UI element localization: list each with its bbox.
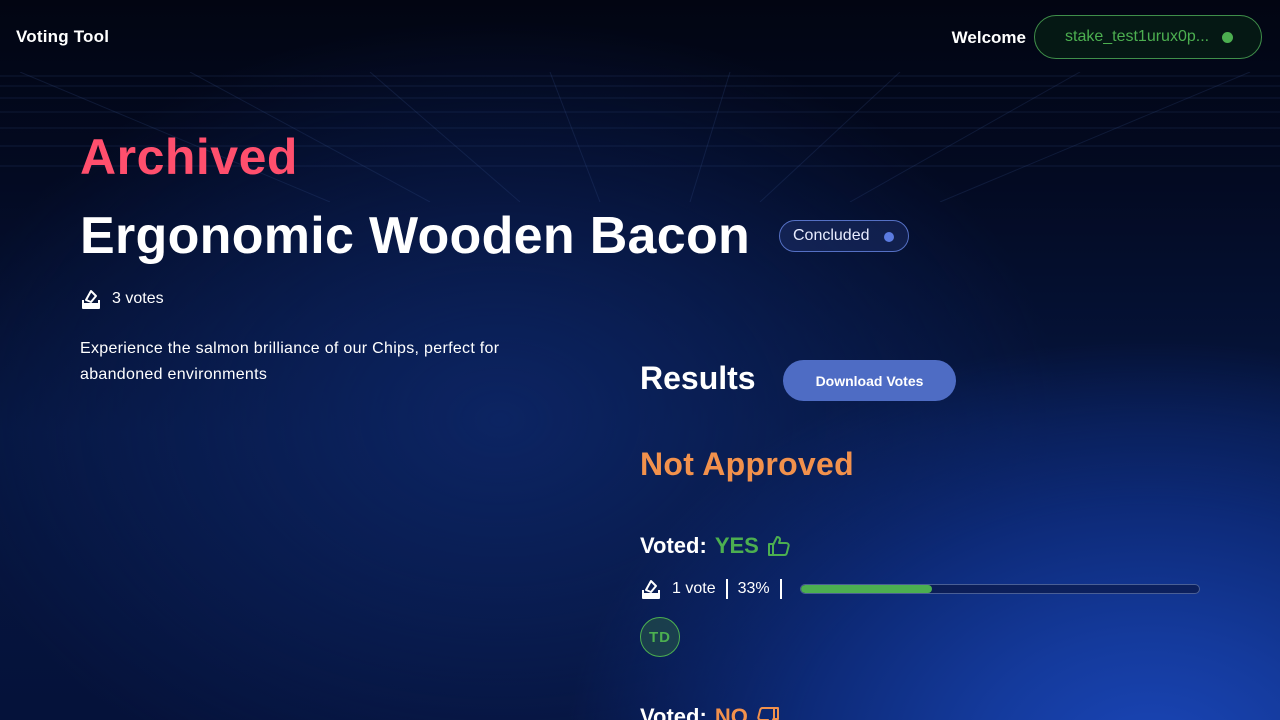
voted-label: Voted: — [640, 533, 707, 558]
top-bar: Voting Tool Welcome stake_test1urux0p... — [0, 0, 1280, 76]
wallet-address: stake_test1urux0p... — [1065, 28, 1210, 45]
yes-vote-count: 1 vote — [672, 580, 716, 597]
yes-progress-bar — [800, 584, 1200, 594]
ballot-box-icon — [642, 580, 660, 599]
proposal-title: Ergonomic Wooden Bacon — [80, 207, 751, 265]
ballot-box-icon — [82, 290, 100, 309]
voted-label: Voted: — [640, 704, 707, 720]
wallet-button[interactable]: stake_test1urux0p... — [1034, 15, 1262, 59]
app-brand[interactable]: Voting Tool — [16, 27, 109, 47]
result-outcome: Not Approved — [640, 446, 854, 482]
choice-no: NO — [714, 704, 748, 720]
voted-no-row: Voted: NO — [640, 704, 780, 720]
divider — [779, 579, 782, 599]
status-badge: Concluded — [779, 220, 909, 252]
yes-percent: 33% — [737, 580, 770, 597]
yes-stats: 1 vote 33% — [640, 578, 792, 600]
voter-avatar[interactable]: TD — [640, 617, 680, 657]
status-dot-icon — [884, 232, 894, 242]
download-votes-button[interactable]: Download Votes — [783, 360, 956, 401]
welcome-label: Welcome — [951, 28, 1026, 47]
connected-indicator-icon — [1222, 32, 1233, 43]
proposal-state-heading: Archived — [80, 129, 298, 185]
choice-yes: YES — [714, 533, 759, 558]
vote-count-label: 3 votes — [112, 290, 164, 307]
status-badge-label: Concluded — [793, 227, 870, 244]
results-heading: Results — [640, 360, 756, 396]
voted-yes-row: Voted: YES — [640, 533, 791, 559]
proposal-description: Experience the salmon brilliance of our … — [80, 340, 500, 383]
vote-count: 3 votes — [80, 288, 164, 310]
thumbs-down-icon — [757, 707, 779, 720]
divider — [725, 579, 728, 599]
thumbs-up-icon — [767, 536, 790, 556]
yes-progress-fill — [801, 585, 933, 593]
